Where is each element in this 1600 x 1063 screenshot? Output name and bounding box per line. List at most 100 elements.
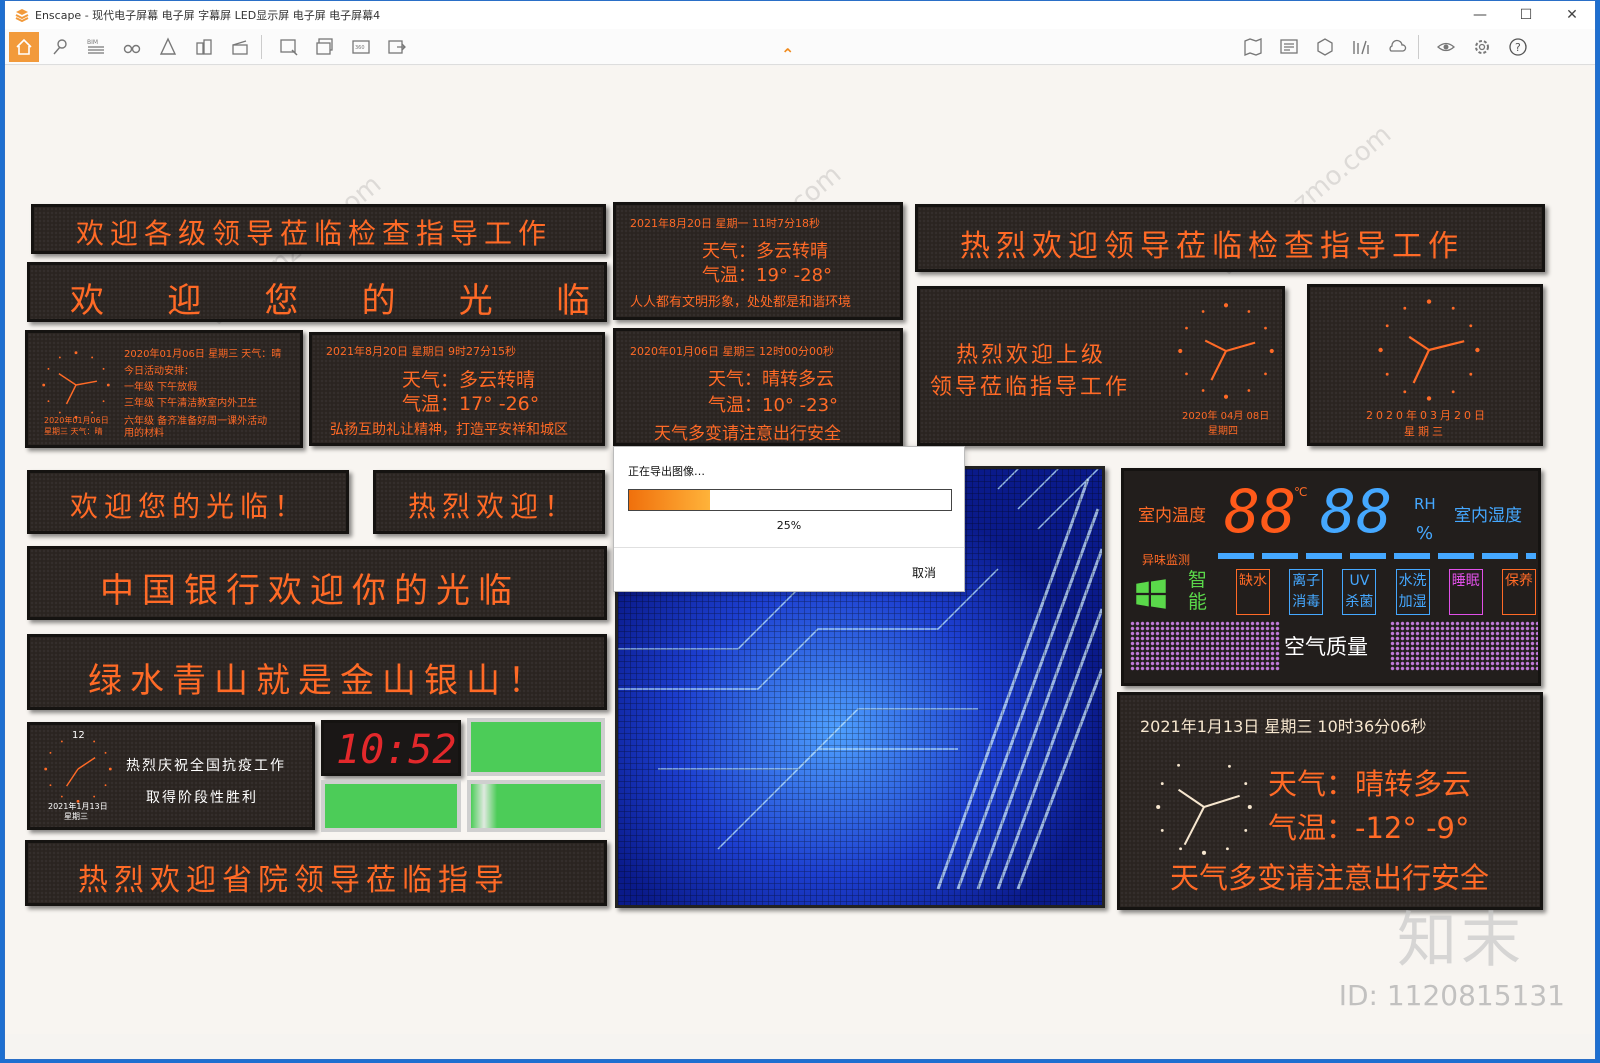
location-button[interactable] [45, 32, 75, 62]
clock-icon [42, 351, 110, 419]
clock-icon [1378, 299, 1480, 401]
led-banner-bank: 中国银行欢迎你的光临 [27, 546, 607, 620]
perspective-button[interactable] [153, 32, 183, 62]
visual-settings-button[interactable] [1431, 32, 1461, 62]
batch-render-button[interactable] [310, 32, 340, 62]
mode-label: 保养 [1504, 573, 1533, 589]
close-button[interactable]: ✕ [1549, 1, 1595, 29]
clapper-icon [232, 39, 248, 55]
clock-day: 星期三 [64, 812, 88, 821]
banner-text: 热烈欢迎省院领导莅临指导 [78, 863, 510, 898]
schedule-line: 三年级 下午清洁教室内外卫生 [124, 398, 258, 409]
render-viewport[interactable]: www.znzmo.com www.znzmo.com www.znzmo.co… [5, 66, 1595, 1034]
level-bar [1218, 553, 1536, 559]
toolbar: BIM 360 ? [5, 29, 1595, 65]
buildings-button[interactable] [189, 32, 219, 62]
datetime: 2020年01月06日 星期三 12时00分00秒 [630, 345, 834, 358]
help-icon: ? [1509, 37, 1527, 56]
green-screen [321, 780, 461, 832]
clock-twelve: 12 [72, 730, 85, 741]
temperature: 气温：-12° -9° [1268, 811, 1470, 845]
screenshot-button[interactable] [274, 32, 304, 62]
smart-label: 智能 [1188, 569, 1208, 613]
views-button[interactable] [1274, 32, 1304, 62]
weather: 天气：多云转晴 [402, 369, 536, 391]
odor-label: 异味监测 [1142, 553, 1191, 567]
slogan: 天气多变请注意出行安全 [1170, 861, 1490, 895]
mode-items: 缺水 离子消毒 UV杀菌 水洗加湿 睡眠 保养 [1236, 569, 1536, 615]
library-button[interactable] [1346, 32, 1376, 62]
char: 光 [458, 281, 493, 321]
clock-date: 2020年03月20日 [1366, 409, 1488, 422]
binoculars-icon [123, 44, 141, 53]
welcome-line: 领导莅临指导工作 [930, 375, 1131, 400]
settings-cloud-icon [1389, 39, 1407, 52]
purifier-mode-item: 睡眠 [1448, 569, 1483, 615]
brand-watermark: 知末 ID: 1120815131 [1339, 892, 1565, 1012]
clock-day: 星期四 [1208, 426, 1238, 437]
help-button[interactable]: ? [1503, 32, 1533, 62]
schedule-line: 用的材料 [124, 428, 164, 439]
toolbar-separator [261, 34, 262, 59]
temp-unit: ℃ [1294, 485, 1308, 499]
clock-icon [1178, 303, 1274, 399]
minimize-button[interactable]: — [1457, 1, 1503, 29]
air-quality-bar-right [1390, 621, 1538, 671]
mode-label: 离子消毒 [1292, 573, 1321, 610]
mode-label: 水洗加湿 [1398, 573, 1427, 610]
export-button[interactable] [382, 32, 412, 62]
purifier-mode-item: 离子消毒 [1289, 569, 1324, 615]
humidity-unit: RH [1414, 495, 1436, 513]
walk-mode-button[interactable] [117, 32, 147, 62]
video-editor-button[interactable] [225, 32, 255, 62]
welcome-chars: 欢 迎 您 的 光 临 [70, 273, 590, 322]
led-welcome-clock-panel: 热烈欢迎上级 领导莅临指导工作 2020年 04月 08日 星期四 [917, 286, 1285, 446]
asset-button[interactable] [1310, 32, 1340, 62]
temp-value: 88 [1224, 477, 1297, 547]
clock-day: 星期三 天气：晴 [44, 427, 103, 436]
char: 临 [555, 281, 590, 321]
led-weather-panel-1: 2021年8月20日 星期日 9时27分15秒 天气：多云转晴 气温：17° -… [309, 332, 605, 446]
clock-icon [1156, 763, 1252, 855]
temperature: 气温：19° -28° [702, 265, 833, 286]
home-icon [16, 38, 32, 55]
mode-label: 睡眠 [1451, 573, 1480, 589]
upload-button[interactable] [1382, 32, 1412, 62]
cancel-button[interactable]: 取消 [912, 564, 936, 581]
collapse-caret-icon[interactable]: ⌃ [781, 45, 794, 64]
map-button[interactable] [1238, 32, 1268, 62]
led-banner-warm-welcome-short: 热烈欢迎！ [373, 470, 605, 534]
air-quality-label: 空气质量 [1284, 635, 1368, 659]
char: 的 [361, 281, 396, 321]
bim-button[interactable]: BIM [81, 32, 111, 62]
maximize-button[interactable]: ☐ [1503, 1, 1549, 29]
purifier-mode-item: 水洗加湿 [1395, 569, 1430, 615]
progress-bar [628, 489, 952, 511]
led-banner-welcome-short: 欢迎您的光临！ [27, 470, 349, 534]
settings-button[interactable] [1467, 32, 1497, 62]
led-digital-clock: 10:52 [321, 720, 461, 776]
library-icon [1353, 40, 1369, 54]
temperature: 气温：10° -23° [708, 395, 839, 416]
banner-text: 热烈欢迎领导莅临检查指导工作 [960, 229, 1464, 264]
led-banner-welcome-leaders: 欢迎各级领导莅临检查指导工作 [31, 204, 606, 254]
mode-label: UV杀菌 [1345, 573, 1374, 610]
char: 欢 [70, 281, 104, 321]
datetime: 2021年8月20日 星期一 11时7分18秒 [630, 217, 820, 230]
led-banner-provincial: 热烈欢迎省院领导莅临指导 [25, 840, 607, 906]
banner-text: 绿水青山就是金山银山！ [88, 661, 550, 701]
clock-date: 2020年01月06日 [44, 416, 109, 425]
svg-text:BIM: BIM [87, 39, 98, 46]
mode-label: 缺水 [1239, 573, 1267, 589]
message-line: 热烈庆祝全国抗疫工作 [126, 758, 286, 774]
progress-percent: 25% [776, 519, 802, 532]
schedule-line: 一年级 下午放假 [124, 382, 198, 393]
title-bar: Enscape - 现代电子屏幕 电子屏 字幕屏 LED显示屏 电子屏 电子屏幕… [5, 1, 1595, 29]
led-banner-welcome-visit: 欢 迎 您 的 光 临 [27, 262, 607, 322]
datetime: 2021年1月13日 星期三 10时36分06秒 [1140, 717, 1427, 736]
home-button[interactable] [9, 31, 39, 62]
led-banner-green-mountains: 绿水青山就是金山银山！ [27, 634, 607, 710]
window-title: Enscape - 现代电子屏幕 电子屏 字幕屏 LED显示屏 电子屏 电子屏幕… [35, 9, 381, 22]
enscape-logo-icon [15, 9, 29, 22]
panorama-button[interactable]: 360 [346, 32, 376, 62]
